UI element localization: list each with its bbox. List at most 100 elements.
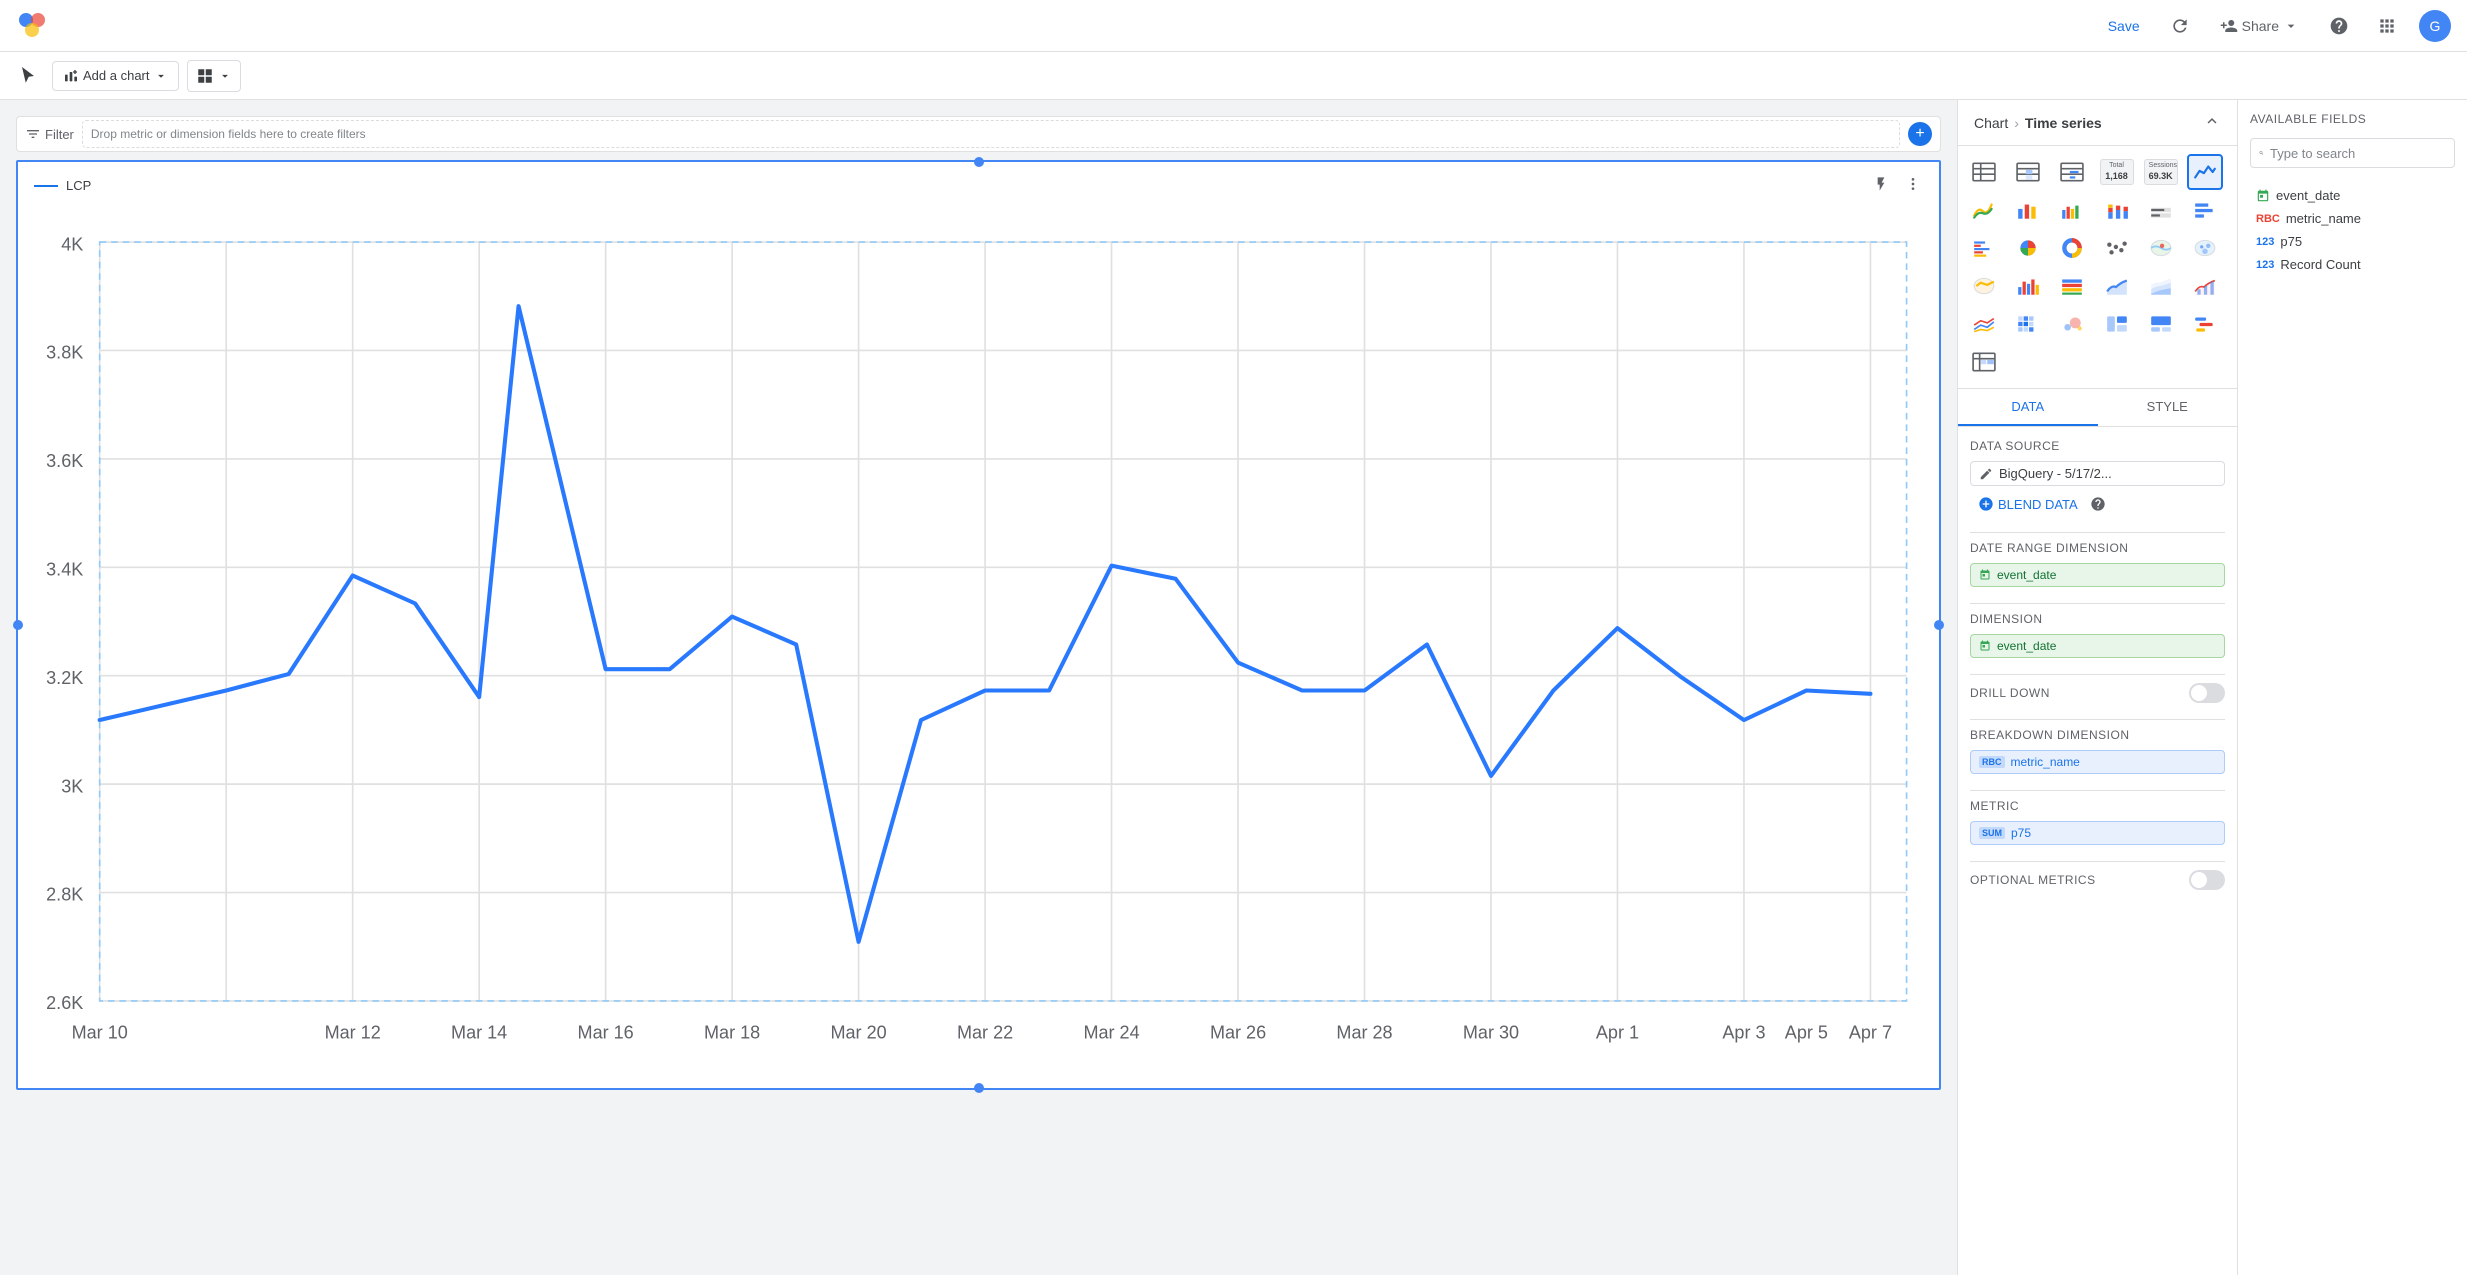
filter-drop-zone[interactable]: Drop metric or dimension fields here to …: [82, 120, 1900, 148]
save-button[interactable]: Save: [2100, 12, 2148, 40]
field-name-record-count: Record Count: [2280, 257, 2360, 272]
chart-menu-button[interactable]: [1899, 170, 1927, 198]
chart-type-map2[interactable]: [2187, 230, 2223, 266]
date-range-title: Date Range Dimension: [1970, 541, 2225, 555]
data-source-row[interactable]: BigQuery - 5/17/2...: [1970, 461, 2225, 486]
metric-field[interactable]: SUM p75: [1970, 821, 2225, 845]
available-fields-panel: Available Fields event_date RBC metric_n…: [2237, 100, 2467, 1275]
chart-type-gantt[interactable]: [2187, 306, 2223, 342]
panel-close-button[interactable]: [2203, 112, 2221, 133]
drill-down-section: Drill down: [1970, 683, 2225, 703]
select-tool-button[interactable]: [12, 60, 44, 92]
top-nav-right: Save Share G: [2100, 10, 2451, 42]
more-options-button[interactable]: [187, 60, 241, 92]
chart-type-pie[interactable]: [2010, 230, 2046, 266]
chart-type-scorecard1[interactable]: Total 1,168: [2099, 154, 2135, 190]
svg-text:3.8K: 3.8K: [46, 343, 83, 363]
scorecard2-badge2: 69.3K: [2149, 171, 2173, 182]
drill-down-toggle[interactable]: [2189, 683, 2225, 703]
chart-type-bubble[interactable]: [2054, 306, 2090, 342]
top-nav: Save Share G: [0, 0, 2467, 52]
svg-text:Apr 7: Apr 7: [1849, 1023, 1892, 1043]
data-source-title: Data source: [1970, 439, 2225, 453]
search-input[interactable]: [2270, 146, 2446, 161]
legend-line: [34, 185, 58, 187]
field-item-metric-name[interactable]: RBC metric_name: [2250, 207, 2455, 230]
apps-button[interactable]: [2371, 10, 2403, 42]
resize-handle-left[interactable]: [13, 620, 23, 630]
chart-bolt-button[interactable]: [1867, 170, 1895, 198]
add-chart-button[interactable]: Add a chart: [52, 61, 179, 91]
chart-type-hbar2[interactable]: [1966, 230, 2002, 266]
date-range-field[interactable]: event_date: [1970, 563, 2225, 587]
chart-type-table1[interactable]: [1966, 154, 2002, 190]
chart-type-multibar[interactable]: [2054, 192, 2090, 228]
chart-type-map1[interactable]: [2143, 230, 2179, 266]
svg-text:3K: 3K: [61, 776, 83, 796]
field-item-p75[interactable]: 123 p75: [2250, 230, 2455, 253]
chart-type-bullet[interactable]: [2143, 192, 2179, 228]
chart-type-treedt1[interactable]: [2099, 306, 2135, 342]
chart-type-table3[interactable]: [2054, 154, 2090, 190]
svg-text:Mar 14: Mar 14: [451, 1023, 507, 1043]
chart-type-map3[interactable]: [1966, 268, 2002, 304]
svg-text:Apr 5: Apr 5: [1785, 1023, 1828, 1043]
breadcrumb-separator: ›: [2014, 115, 2019, 131]
svg-text:Mar 16: Mar 16: [578, 1023, 634, 1043]
field-item-record-count[interactable]: 123 Record Count: [2250, 253, 2455, 276]
chart-toolbar: [1867, 170, 1927, 198]
filter-icon: [25, 126, 41, 142]
data-source-name: BigQuery - 5/17/2...: [1999, 466, 2112, 481]
fields-list: event_date RBC metric_name 123 p75 123 R…: [2238, 184, 2467, 1275]
chart-type-areabar[interactable]: [2187, 268, 2223, 304]
share-button[interactable]: Share: [2212, 13, 2307, 39]
svg-text:Apr 1: Apr 1: [1596, 1023, 1639, 1043]
chart-type-stackedbar2[interactable]: [2054, 268, 2090, 304]
field-item-event-date[interactable]: event_date: [2250, 184, 2455, 207]
svg-text:Apr 3: Apr 3: [1722, 1023, 1765, 1043]
panel-content: Data source BigQuery - 5/17/2... BLEND D…: [1958, 427, 2237, 1275]
panel-header-title: Chart › Time series: [1974, 115, 2102, 131]
chart-type-treedt2[interactable]: [2143, 306, 2179, 342]
chart-type-smoothline[interactable]: [1966, 192, 2002, 228]
chart-type-arealine[interactable]: [2099, 268, 2135, 304]
tab-data[interactable]: DATA: [1958, 389, 2098, 426]
chart-type-multiline[interactable]: [1966, 306, 2002, 342]
svg-text:Mar 30: Mar 30: [1463, 1023, 1519, 1043]
chart-type-scorecard2[interactable]: Sessions 69.3K: [2143, 154, 2179, 190]
search-icon: [2259, 145, 2264, 161]
blend-data-button[interactable]: BLEND DATA: [1970, 492, 2086, 516]
chart-type-table2[interactable]: [2010, 154, 2046, 190]
field-name-p75: p75: [2280, 234, 2302, 249]
svg-text:Mar 20: Mar 20: [831, 1023, 887, 1043]
field-calendar-icon: [2256, 189, 2270, 203]
chart-type-pivot[interactable]: [1966, 344, 2002, 380]
scorecard1-badge1: Total: [2105, 162, 2129, 170]
chart-type-stackedarea[interactable]: [2143, 268, 2179, 304]
resize-handle-right[interactable]: [1934, 620, 1944, 630]
add-chart-label: Add a chart: [83, 68, 150, 83]
optional-metrics-toggle[interactable]: [2189, 870, 2225, 890]
optional-metrics-section: Optional metrics: [1970, 870, 2225, 890]
share-label: Share: [2242, 18, 2279, 34]
scorecard2-badge1: Sessions: [2149, 162, 2173, 170]
chart-type-donut[interactable]: [2054, 230, 2090, 266]
dimension-field[interactable]: event_date: [1970, 634, 2225, 658]
user-avatar[interactable]: G: [2419, 10, 2451, 42]
help-button[interactable]: [2323, 10, 2355, 42]
resize-handle-bottom[interactable]: [974, 1083, 984, 1093]
tab-style[interactable]: STYLE: [2098, 389, 2238, 426]
refresh-button[interactable]: [2164, 10, 2196, 42]
chart-type-hbar1[interactable]: [2187, 192, 2223, 228]
dropdown-arrow2-icon: [218, 69, 232, 83]
chart-type-multibar2[interactable]: [2010, 268, 2046, 304]
chart-type-scatter[interactable]: [2099, 230, 2135, 266]
chart-type-timeseries[interactable]: [2187, 154, 2223, 190]
breakdown-field[interactable]: RBC metric_name: [1970, 750, 2225, 774]
chart-type-stackedbar[interactable]: [2099, 192, 2135, 228]
chart-type-heatmap[interactable]: [2010, 306, 2046, 342]
resize-handle-top[interactable]: [974, 157, 984, 167]
chart-type-bar[interactable]: [2010, 192, 2046, 228]
canvas-area[interactable]: Filter Drop metric or dimension fields h…: [0, 100, 1957, 1275]
filter-add-button[interactable]: +: [1908, 122, 1932, 146]
